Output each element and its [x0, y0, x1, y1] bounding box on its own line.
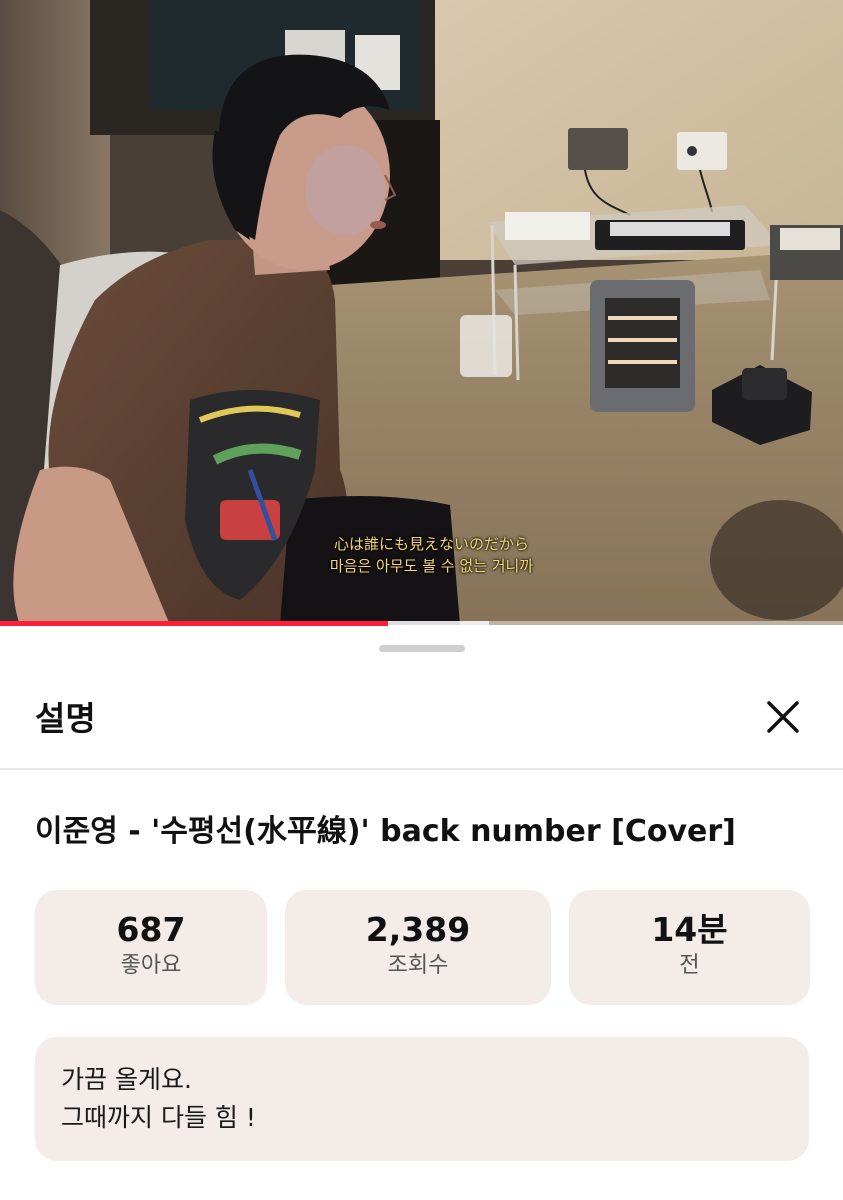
- video-title: 이준영 - '수평선(水平線)' back number [Cover]: [35, 814, 736, 849]
- views-count: 2,389: [365, 910, 471, 949]
- upload-time-value: 14분: [651, 910, 728, 949]
- close-icon: [767, 701, 799, 733]
- description-line: 가끔 올게요.: [61, 1065, 192, 1094]
- sheet-drag-handle[interactable]: [379, 645, 465, 652]
- likes-label: 좋아요: [120, 953, 182, 978]
- subtitle-korean: 마음은 아무도 볼 수 없는 거니까: [329, 557, 534, 575]
- description-text: 가끔 올게요. 그때까지 다들 힘 !: [61, 1061, 256, 1137]
- video-frame: [0, 0, 843, 625]
- stat-likes: 687 좋아요: [35, 890, 267, 1005]
- description-line: 그때까지 다들 힘 !: [61, 1103, 256, 1132]
- video-player[interactable]: 心は誰にも見えないのだから 마음은 아무도 볼 수 없는 거니까: [0, 0, 843, 625]
- sheet-title: 설명: [35, 699, 96, 738]
- description-box: 가끔 올게요. 그때까지 다들 힘 !: [35, 1037, 809, 1161]
- video-subtitle: 心は誰にも見えないのだから 마음은 아무도 볼 수 없는 거니까: [0, 533, 843, 577]
- upload-time-label: 전: [679, 953, 700, 978]
- close-button[interactable]: [760, 694, 806, 740]
- stat-views: 2,389 조회수: [285, 890, 551, 1005]
- stat-upload-time: 14분 전: [569, 890, 810, 1005]
- likes-count: 687: [116, 910, 186, 949]
- views-label: 조회수: [387, 953, 449, 978]
- subtitle-japanese: 心は誰にも見えないのだから: [333, 535, 529, 553]
- divider: [0, 768, 843, 770]
- description-sheet: 설명 이준영 - '수평선(水平線)' back number [Cover] …: [0, 626, 843, 1200]
